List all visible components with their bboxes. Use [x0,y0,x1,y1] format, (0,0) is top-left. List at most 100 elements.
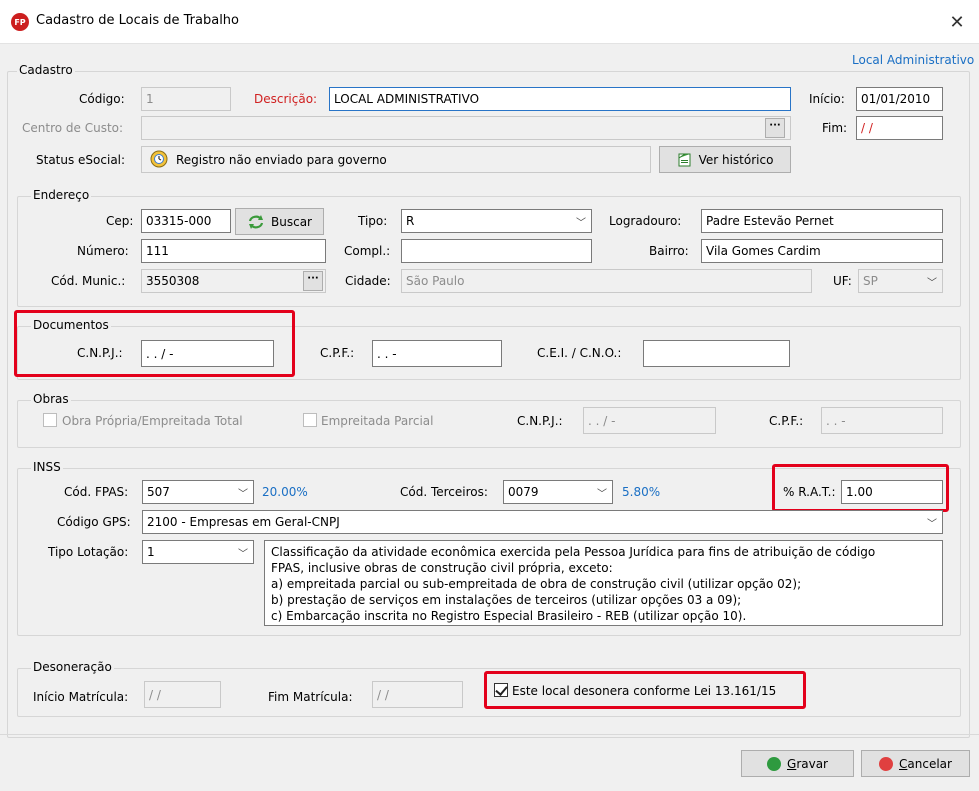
descricao-label: Descrição: [254,92,318,106]
status-esocial-field: Registro não enviado para governo [141,146,651,173]
gps-value: 2100 - Empresas em Geral-CNPJ [147,515,340,529]
cancel-icon [879,756,894,771]
bairro-field[interactable]: Vila Gomes Cardim [701,239,943,263]
empreitada-parcial-checkbox[interactable] [303,413,317,427]
fim-field[interactable]: / / [856,116,943,140]
empreitada-parcial-label: Empreitada Parcial [321,414,434,428]
window-title: Cadastro de Locais de Trabalho [36,13,240,28]
inicio-matricula-field[interactable]: / / [144,681,221,708]
centro-custo-lookup-button[interactable]: ··· [765,118,785,138]
gravar-button[interactable]: Gravar [741,750,854,777]
lotacao-desc-line: FPAS, inclusive obras de construção civi… [271,561,613,575]
cancelar-button[interactable]: Cancelar [861,750,970,777]
logradouro-label: Logradouro: [609,214,682,228]
obras-cnpj-label: C.N.P.J.: [517,414,563,428]
cep-label: Cep: [106,214,134,228]
lotacao-label: Tipo Lotação: [48,545,129,559]
chevron-down-icon: ﹀ [238,489,248,500]
cod-munic-label: Cód. Munic.: [51,274,126,288]
fim-label: Fim: [822,121,848,135]
fpas-percent: 20.00% [262,485,308,499]
inicio-matricula-label: Início Matrícula: [33,690,129,704]
cidade-field[interactable]: São Paulo [401,269,812,293]
buscar-button[interactable]: Buscar [235,208,324,235]
obras-group-label: Obras [31,392,71,406]
cadastro-group-label: Cadastro [17,63,75,77]
refresh-icon [248,214,264,229]
gravar-label: Gravar [787,756,828,771]
obra-propria-checkbox[interactable] [43,413,57,427]
desoneracao-group-label: Desoneração [31,660,114,674]
doc-cei-field[interactable] [643,340,790,367]
doc-cpf-field[interactable]: . . - [372,340,502,367]
lotacao-desc-line: b) prestação de serviços em instalações … [271,593,742,607]
centro-custo-label: Centro de Custo: [22,121,124,135]
terceiros-select[interactable]: 0079 ﹀ [503,480,613,504]
compl-field[interactable] [401,239,592,263]
obras-cpf-label: C.P.F.: [769,414,804,428]
fpas-value: 507 [147,485,170,499]
lotacao-value: 1 [147,545,155,559]
gps-select[interactable]: 2100 - Empresas em Geral-CNPJ ﹀ [142,510,943,534]
fpas-label: Cód. FPAS: [64,485,129,499]
documentos-highlight-box [14,310,295,377]
local-administrativo-link[interactable]: Local Administrativo [852,53,974,67]
codigo-field[interactable]: 1 [141,87,231,111]
uf-select[interactable]: SP ﹀ [858,269,943,293]
tipo-select[interactable]: R ﹀ [401,209,592,233]
tipo-value: R [406,214,415,228]
terceiros-label: Cód. Terceiros: [400,485,488,499]
uf-label: UF: [833,274,852,288]
endereco-group-label: Endereço [31,188,92,202]
centro-custo-field[interactable] [141,116,791,140]
chevron-down-icon: ﹀ [238,549,248,560]
obra-propria-label: Obra Própria/Empreitada Total [62,414,243,428]
cod-munic-lookup-button[interactable]: ··· [303,271,323,291]
numero-field[interactable]: 111 [141,239,326,263]
check-icon [767,756,781,771]
app-logo-icon: FP [11,13,29,31]
inicio-field[interactable]: 01/01/2010 [856,87,943,111]
bairro-label: Bairro: [649,244,689,258]
ver-historico-button[interactable]: Ver histórico [659,146,791,173]
inss-group-label: INSS [31,460,63,474]
lotacao-description[interactable]: Classificação da atividade econômica exe… [264,540,943,626]
uf-value: SP [863,274,878,288]
doc-cpf-label: C.P.F.: [320,346,355,360]
cancelar-label: Cancelar [899,756,952,771]
chevron-down-icon: ﹀ [927,519,937,530]
status-esocial-label: Status eSocial: [36,153,126,167]
logradouro-field[interactable]: Padre Estevão Pernet [701,209,943,233]
lotacao-desc-line: c) Embarcação inscrita no Registro Espec… [271,609,747,623]
ver-historico-label: Ver histórico [698,152,774,167]
chevron-down-icon: ﹀ [597,489,607,500]
warning-clock-icon [150,150,168,168]
fpas-select[interactable]: 507 ﹀ [142,480,254,504]
fim-matricula-label: Fim Matrícula: [268,690,353,704]
history-document-icon [678,153,691,166]
terceiros-percent: 5.80% [622,485,661,499]
desonera-highlight-box [484,671,806,709]
tipo-label: Tipo: [358,214,388,228]
terceiros-value: 0079 [508,485,539,499]
gps-label: Código GPS: [57,515,131,529]
footer-divider [0,734,979,735]
descricao-field[interactable]: LOCAL ADMINISTRATIVO [329,87,791,111]
chevron-down-icon: ﹀ [576,218,586,229]
cep-field[interactable]: 03315-000 [141,209,231,233]
close-icon[interactable]: ✕ [942,8,972,36]
inicio-label: Início: [809,92,845,106]
compl-label: Compl.: [344,244,391,258]
cod-munic-field[interactable]: 3550308 [141,269,326,293]
doc-cei-label: C.E.I. / C.N.O.: [537,346,622,360]
numero-label: Número: [77,244,129,258]
cidade-label: Cidade: [345,274,391,288]
obras-cpf-field[interactable]: . . - [821,407,943,434]
fim-matricula-field[interactable]: / / [372,681,463,708]
obras-cnpj-field[interactable]: . . / - [583,407,716,434]
lotacao-select[interactable]: 1 ﹀ [142,540,254,564]
lotacao-desc-line: Classificação da atividade econômica exe… [271,545,876,559]
codigo-label: Código: [79,92,125,106]
lotacao-desc-line: a) empreitada parcial ou sub-empreitada … [271,577,802,591]
buscar-label: Buscar [271,214,312,229]
